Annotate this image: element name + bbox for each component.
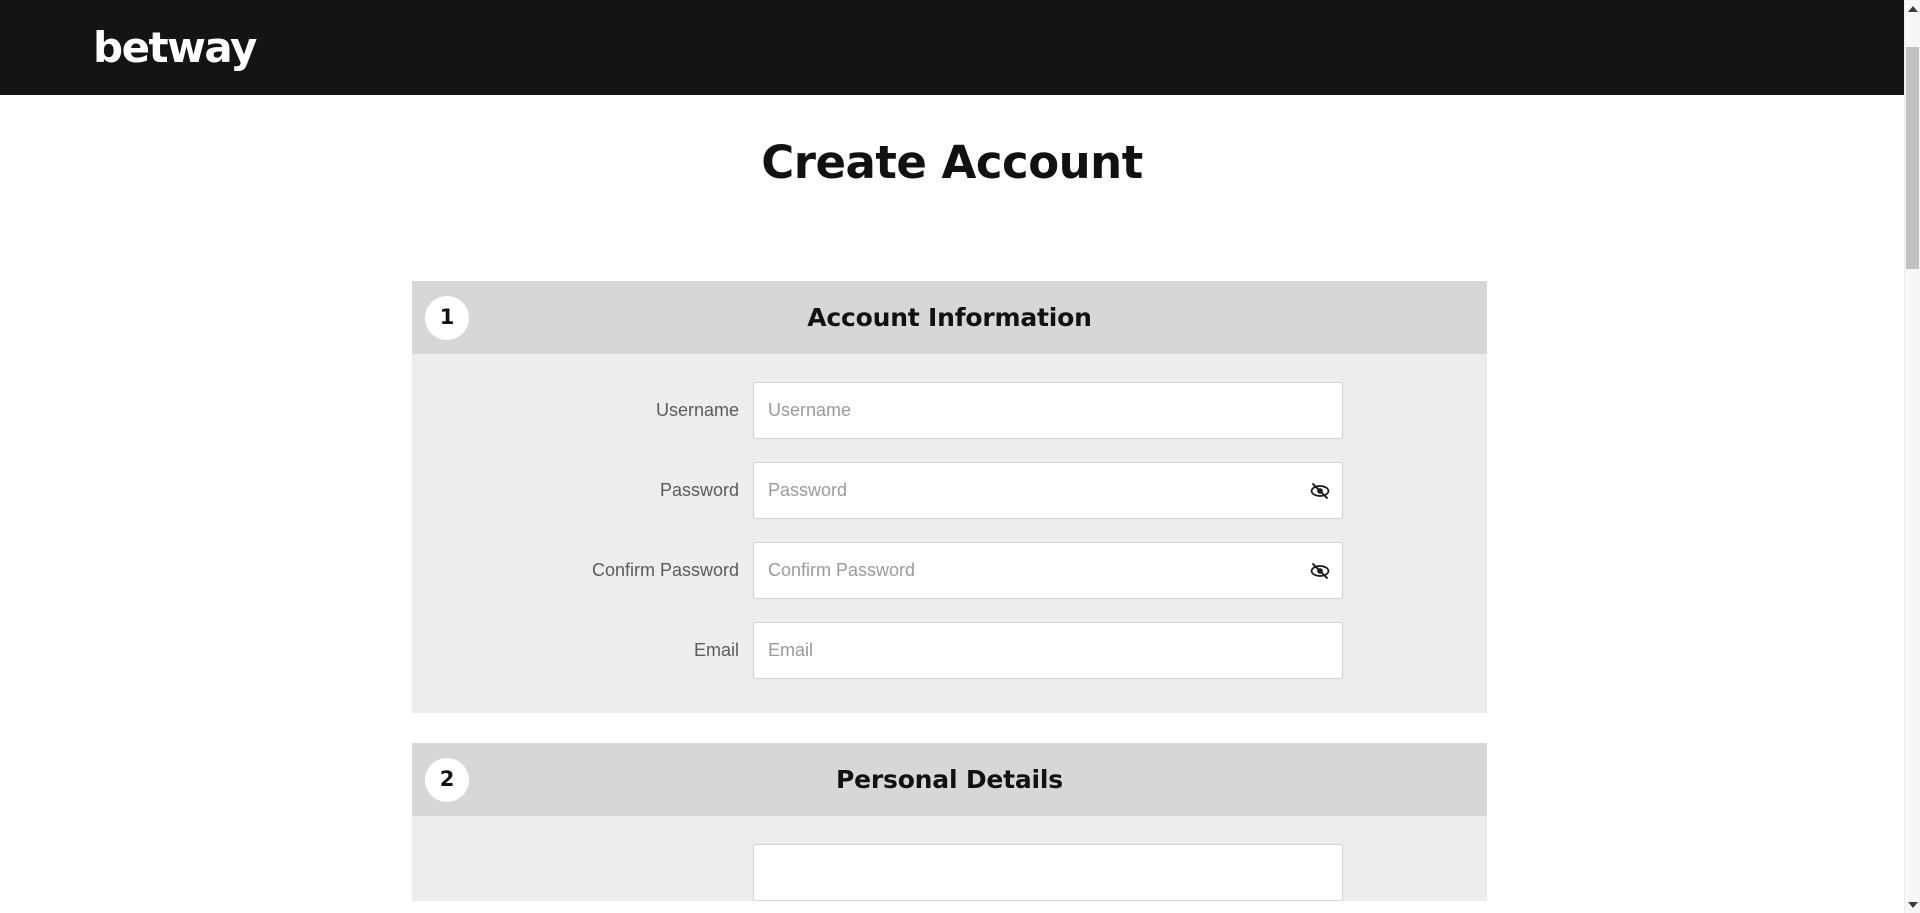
site-header: betway <box>0 0 1904 95</box>
eye-off-icon <box>1309 560 1331 582</box>
browser-viewport: betway Create Account 1 Account Informat… <box>0 0 1920 913</box>
vertical-scrollbar[interactable] <box>1904 0 1920 913</box>
password-control <box>753 462 1343 519</box>
confirm-password-control <box>753 542 1343 599</box>
section-body-account-information: Username Password <box>412 354 1487 713</box>
betway-logo[interactable]: betway <box>93 26 257 69</box>
section-account-information: 1 Account Information Username Username … <box>412 281 1487 713</box>
confirm-password-label: Confirm Password <box>591 559 739 580</box>
section-header-account-information: 1 Account Information <box>412 281 1487 354</box>
section-header-personal-details: 2 Personal Details <box>412 743 1487 816</box>
caret-up-icon <box>1907 5 1918 12</box>
form-row-partial <box>412 844 1487 901</box>
section-body-personal-details <box>412 816 1487 901</box>
section-personal-details: 2 Personal Details <box>412 743 1487 901</box>
email-input[interactable] <box>753 622 1343 679</box>
section-title: Account Information <box>807 303 1092 332</box>
username-label: Username <box>655 399 739 420</box>
section-number-badge: 1 <box>425 295 469 340</box>
email-label: Email <box>693 639 739 660</box>
scroll-up-button[interactable] <box>1905 0 1920 17</box>
form-row-password: Password <box>412 462 1487 519</box>
confirm-password-input[interactable] <box>753 542 1343 599</box>
partial-field-control <box>753 844 1343 901</box>
password-label: Password <box>659 479 739 500</box>
password-visibility-toggle-button[interactable] <box>1307 478 1333 504</box>
form-row-confirm-password: Confirm Password <box>412 542 1487 599</box>
registration-form: 1 Account Information Username Username … <box>412 281 1487 901</box>
email-control <box>753 622 1343 679</box>
caret-down-icon <box>1907 901 1918 908</box>
section-title: Personal Details <box>836 765 1063 794</box>
page-title: Create Account <box>761 136 1143 189</box>
form-row-username: Username <box>412 382 1487 439</box>
password-input[interactable] <box>753 462 1343 519</box>
section-number-badge: 2 <box>425 757 469 802</box>
partial-field-input[interactable] <box>753 844 1343 901</box>
page-content: Create Account 1 Account Information Use… <box>0 95 1904 913</box>
eye-off-icon <box>1309 480 1331 502</box>
username-control <box>753 382 1343 439</box>
scroll-down-button[interactable] <box>1905 896 1920 913</box>
username-input[interactable] <box>753 382 1343 439</box>
scrollbar-thumb[interactable] <box>1906 47 1919 269</box>
form-row-email: Email <box>412 622 1487 679</box>
confirm-password-visibility-toggle-button[interactable] <box>1307 558 1333 584</box>
